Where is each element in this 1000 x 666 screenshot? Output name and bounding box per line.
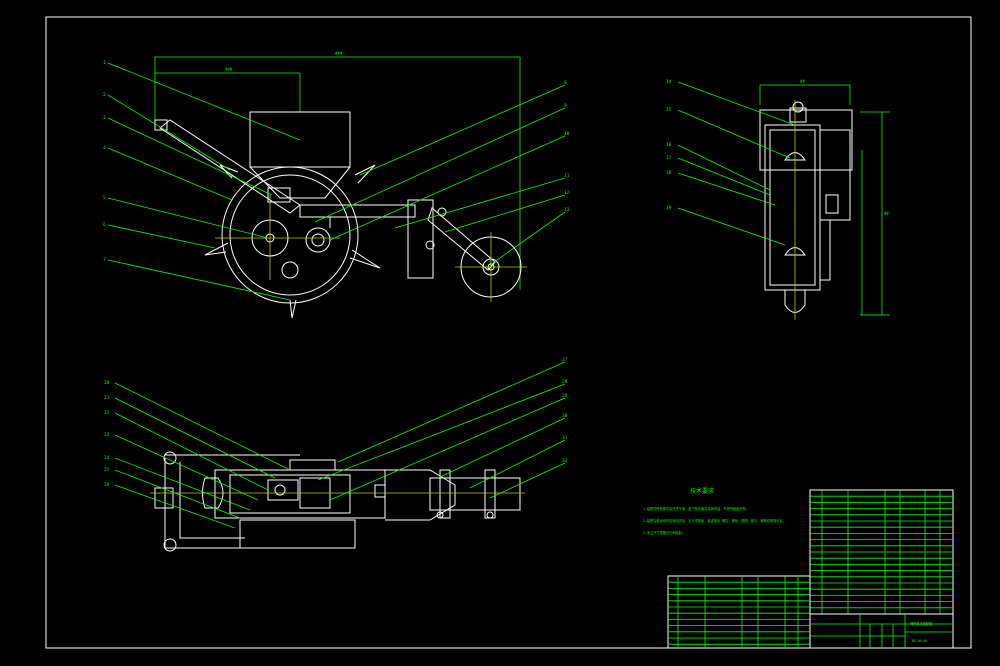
callout-23: 23	[104, 432, 110, 438]
callout-4: 4	[103, 145, 106, 151]
callout-19: 19	[666, 205, 672, 211]
callout-14: 14	[666, 79, 672, 85]
side-dim-width: ##	[800, 79, 805, 84]
callout-12: 12	[564, 190, 570, 196]
callout-26: 26	[104, 482, 110, 488]
note-line-1: 1.装配前所有零件应清洗干净，各个配合面应涂润滑油，不得有磕碰划伤。	[643, 506, 749, 511]
callout-16: 16	[666, 142, 672, 148]
callout-25: 25	[104, 467, 110, 473]
cad-drawing: ### ### 1 2 3 4 5 6 7 8 9 10 11 12 13 ##…	[45, 16, 972, 649]
callout-8: 8	[564, 80, 567, 86]
callout-15: 15	[666, 107, 672, 113]
callout-2: 2	[103, 92, 106, 98]
callout-5: 5	[103, 195, 106, 201]
callout-28: 28	[562, 379, 568, 385]
callout-7: 7	[103, 257, 106, 263]
callout-22: 22	[104, 410, 110, 416]
callout-3: 3	[103, 115, 106, 121]
drawing-border	[45, 16, 972, 649]
side-dim-height: ##	[884, 211, 889, 216]
callout-6: 6	[103, 222, 106, 228]
callout-18: 18	[666, 170, 672, 176]
parts-list-lower	[667, 575, 811, 649]
technical-notes: 技术要求 1.装配前所有零件应清洗干净，各个配合面应涂润滑油，不得有磕碰划伤。 …	[643, 487, 786, 535]
callout-1: 1	[103, 60, 106, 66]
front-dim-partial: ###	[225, 67, 233, 72]
top-view: 20 21 22 23 24 25 26 27 28 29 30 31 32	[104, 357, 568, 552]
notes-title: 技术要求	[690, 487, 714, 495]
title-part-name: 播种机总装配图	[910, 621, 932, 626]
callout-29: 29	[562, 393, 568, 399]
callout-32: 32	[562, 458, 568, 464]
callout-31: 31	[562, 435, 568, 441]
note-line-2: 2.装配后各运动件应转动灵活，无卡滞现象，各连接处 螺钉、螺栓、垫圈、垫片、螺母…	[643, 518, 786, 523]
parts-list-upper	[809, 489, 954, 615]
callout-13: 13	[564, 207, 570, 213]
callout-10: 10	[564, 131, 570, 137]
callout-11: 11	[564, 173, 570, 179]
callout-30: 30	[562, 413, 568, 419]
callout-21: 21	[104, 395, 110, 401]
callout-17: 17	[666, 155, 672, 161]
side-view: ## ## 14 15 16 17 18 19	[666, 79, 890, 320]
front-dim-overall: ###	[335, 51, 343, 56]
note-line-3: 3.未注尺寸按图示比例绘制。	[643, 530, 685, 535]
callout-24: 24	[104, 455, 110, 461]
front-view: ### ### 1 2 3 4 5 6 7 8 9 10 11 12 13	[103, 51, 570, 319]
title-drawing-no: BZ-00-00	[912, 639, 927, 643]
callout-9: 9	[564, 103, 567, 109]
callout-20: 20	[104, 380, 110, 386]
callout-27: 27	[562, 357, 568, 363]
title-block: 播种机总装配图 BZ-00-00	[809, 613, 954, 649]
